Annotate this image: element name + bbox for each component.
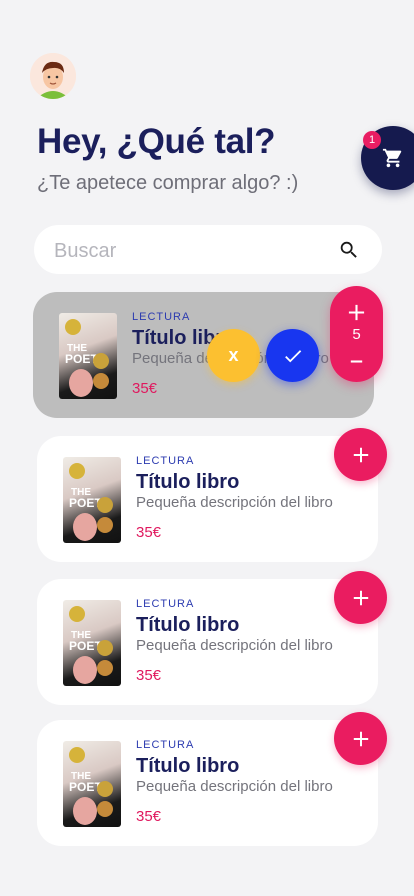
add-to-cart-button[interactable] — [334, 571, 387, 624]
add-to-cart-button[interactable] — [334, 428, 387, 481]
product-card[interactable]: THE POET LECTURA Título libro Pequeña de… — [37, 579, 378, 705]
product-category: LECTURA — [136, 455, 195, 467]
cart-badge: 1 — [363, 131, 381, 149]
plus-icon — [353, 590, 368, 605]
product-description: Pequeña descripción del libro — [136, 778, 333, 795]
add-to-cart-button[interactable] — [334, 712, 387, 765]
product-title: Título libro — [136, 755, 240, 777]
product-category: LECTURA — [136, 739, 195, 751]
product-price: 35€ — [132, 380, 158, 397]
decrement-icon[interactable] — [347, 352, 366, 371]
quantity-value: 5 — [352, 326, 361, 343]
cancel-button[interactable]: x — [207, 329, 260, 382]
product-price: 35€ — [136, 808, 162, 825]
check-icon — [284, 349, 301, 362]
product-card[interactable]: THE POET LECTURA Título libro Pequeña de… — [37, 436, 378, 562]
cancel-label: x — [228, 345, 239, 365]
product-card[interactable]: THE POET LECTURA Título libro Pequeña de… — [37, 720, 378, 846]
search-icon[interactable] — [338, 239, 360, 261]
confirm-button[interactable] — [266, 329, 319, 382]
cart-icon — [382, 148, 402, 168]
product-card-selected[interactable]: THE POET LECTURA Título libro Pequeña de… — [33, 292, 374, 418]
plus-icon — [353, 447, 368, 462]
increment-icon[interactable] — [347, 303, 366, 322]
book-cover-image: THE POET — [63, 741, 121, 827]
search-input[interactable] — [52, 237, 326, 265]
product-category: LECTURA — [136, 598, 195, 610]
product-price: 35€ — [136, 667, 162, 684]
product-title: Título libro — [136, 471, 240, 493]
plus-icon — [353, 731, 368, 746]
page-title: Hey, ¿Qué tal? — [37, 122, 276, 161]
product-price: 35€ — [136, 524, 162, 541]
product-title: Título libro — [136, 614, 240, 636]
search-bar — [34, 225, 382, 274]
book-cover-image: THE POET — [59, 313, 117, 399]
product-description: Pequeña descripción del libro — [136, 637, 333, 654]
book-cover-image: THE POET — [63, 600, 121, 686]
product-description: Pequeña descripción del libro — [136, 494, 333, 511]
avatar[interactable] — [30, 53, 76, 99]
page-subtitle: ¿Te apetece comprar algo? :) — [37, 172, 299, 194]
product-category: LECTURA — [132, 311, 191, 323]
book-cover-image: THE POET — [63, 457, 121, 543]
quantity-stepper[interactable]: 5 — [330, 286, 383, 382]
